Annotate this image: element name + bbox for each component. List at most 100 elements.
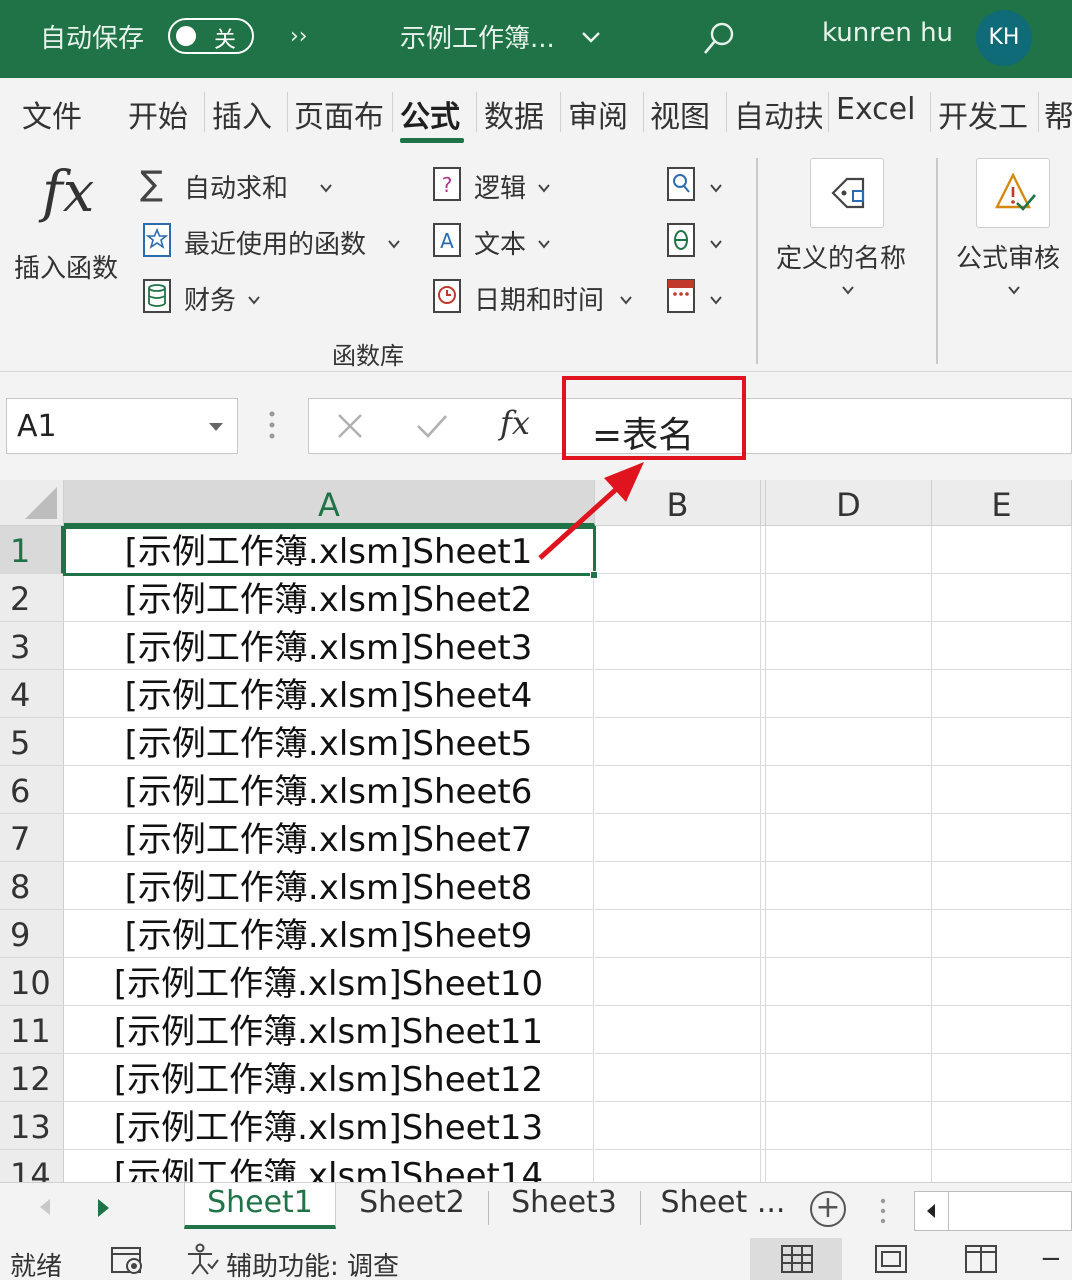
column-header-e[interactable]: E	[932, 480, 1072, 526]
lookup-reference-button[interactable]	[664, 164, 728, 208]
math-trig-button[interactable]	[664, 220, 728, 264]
page-break-view-button[interactable]	[938, 1238, 1030, 1280]
sheet-tab-sheet1[interactable]: Sheet1	[184, 1183, 336, 1229]
page-layout-view-button[interactable]	[846, 1238, 938, 1280]
row-header[interactable]: 8	[0, 862, 64, 910]
row-header[interactable]: 13	[0, 1102, 64, 1150]
accessibility-icon[interactable]	[184, 1242, 220, 1278]
row-header[interactable]: 1	[0, 526, 64, 574]
column-header-d[interactable]: D	[766, 480, 932, 526]
cell-a5[interactable]: [示例工作簿.xlsm]Sheet5	[64, 718, 594, 766]
cell-b5[interactable]	[595, 718, 761, 766]
chevron-down-icon[interactable]	[580, 26, 602, 48]
insert-function-fx-icon[interactable]: fx	[500, 404, 530, 442]
cancel-icon[interactable]	[336, 412, 364, 440]
logical-button[interactable]: ? 逻辑	[430, 164, 560, 208]
cell-e13[interactable]	[932, 1102, 1072, 1150]
cell-d5[interactable]	[766, 718, 932, 766]
cell-a2[interactable]: [示例工作簿.xlsm]Sheet2	[64, 574, 594, 622]
column-header-b[interactable]: B	[595, 480, 761, 526]
row-header[interactable]: 10	[0, 958, 64, 1006]
vertical-dots-icon[interactable]	[880, 1197, 886, 1225]
select-all-button[interactable]	[0, 480, 64, 526]
tab-page-layout[interactable]: 页面布	[294, 92, 384, 136]
row-header[interactable]: 9	[0, 910, 64, 958]
cell-d12[interactable]	[766, 1054, 932, 1102]
cell-b12[interactable]	[595, 1054, 761, 1102]
date-time-button[interactable]: 日期和时间	[430, 276, 640, 320]
row-header[interactable]: 3	[0, 622, 64, 670]
scroll-tabs-right-icon[interactable]	[98, 1199, 109, 1217]
tab-review[interactable]: 审阅	[568, 92, 638, 136]
cell-e8[interactable]	[932, 862, 1072, 910]
cell-d6[interactable]	[766, 766, 932, 814]
more-commands-button[interactable]: ››	[290, 24, 308, 49]
file-title[interactable]: 示例工作簿...	[400, 18, 555, 55]
tab-automate[interactable]: 自动扶	[734, 92, 822, 136]
macro-record-icon[interactable]	[110, 1244, 146, 1276]
cell-d11[interactable]	[766, 1006, 932, 1054]
text-functions-button[interactable]: A 文本	[430, 220, 560, 264]
defined-names-button[interactable]: 定义的名称	[770, 158, 926, 308]
cell-a14[interactable]: [示例工作簿.xlsm]Sheet14	[64, 1150, 594, 1182]
cell-b10[interactable]	[595, 958, 761, 1006]
tab-help[interactable]: 帮	[1044, 92, 1072, 136]
cell-e2[interactable]	[932, 574, 1072, 622]
cell-e14[interactable]	[932, 1150, 1072, 1182]
tab-data[interactable]: 数据	[484, 92, 554, 136]
horizontal-scrollbar[interactable]	[914, 1191, 1072, 1231]
cell-d4[interactable]	[766, 670, 932, 718]
cell-e3[interactable]	[932, 622, 1072, 670]
cell-e6[interactable]	[932, 766, 1072, 814]
row-header[interactable]: 14	[0, 1150, 64, 1182]
cell-b1[interactable]	[595, 526, 761, 574]
cell-e11[interactable]	[932, 1006, 1072, 1054]
normal-view-button[interactable]	[750, 1238, 842, 1280]
cell-d9[interactable]	[766, 910, 932, 958]
cell-e5[interactable]	[932, 718, 1072, 766]
dropdown-arrow-icon[interactable]	[209, 423, 223, 431]
cell-e7[interactable]	[932, 814, 1072, 862]
cell-d2[interactable]	[766, 574, 932, 622]
cell-a4[interactable]: [示例工作簿.xlsm]Sheet4	[64, 670, 594, 718]
insert-function-button[interactable]: fx 插入函数	[10, 154, 130, 284]
cell-d3[interactable]	[766, 622, 932, 670]
tab-formulas[interactable]: 公式	[400, 92, 470, 136]
checkmark-icon[interactable]	[416, 412, 448, 440]
cell-a12[interactable]: [示例工作簿.xlsm]Sheet12	[64, 1054, 594, 1102]
cell-e9[interactable]	[932, 910, 1072, 958]
cell-e1[interactable]	[932, 526, 1072, 574]
cell-d1[interactable]	[766, 526, 932, 574]
row-header[interactable]: 12	[0, 1054, 64, 1102]
cell-b7[interactable]	[595, 814, 761, 862]
sheet-tab-sheet2[interactable]: Sheet2	[344, 1183, 480, 1229]
cell-b8[interactable]	[595, 862, 761, 910]
tab-insert[interactable]: 插入	[212, 92, 282, 136]
autosum-button[interactable]: ∑ 自动求和	[140, 164, 340, 208]
zoom-out-button[interactable]: −	[1040, 1244, 1062, 1274]
fill-handle[interactable]	[590, 571, 598, 579]
cell-a13[interactable]: [示例工作簿.xlsm]Sheet13	[64, 1102, 594, 1150]
name-box[interactable]: A1	[6, 398, 238, 454]
worksheet-grid[interactable]: A B D E 1 [示例工作簿.xlsm]Sheet1 2 [示例工作簿.xlsm]…	[0, 480, 1072, 1182]
row-header[interactable]: 4	[0, 670, 64, 718]
cell-d13[interactable]	[766, 1102, 932, 1150]
accessibility-status[interactable]: 辅助功能: 调查	[226, 1246, 399, 1280]
cell-a3[interactable]: [示例工作簿.xlsm]Sheet3	[64, 622, 594, 670]
cell-d7[interactable]	[766, 814, 932, 862]
scroll-left-button[interactable]	[915, 1192, 949, 1230]
search-icon[interactable]	[700, 20, 738, 58]
cell-b4[interactable]	[595, 670, 761, 718]
more-functions-button[interactable]	[664, 276, 728, 320]
tab-file[interactable]: 文件	[22, 92, 92, 136]
cell-a11[interactable]: [示例工作簿.xlsm]Sheet11	[64, 1006, 594, 1054]
cell-b6[interactable]	[595, 766, 761, 814]
tab-home[interactable]: 开始	[128, 92, 198, 136]
cell-a6[interactable]: [示例工作簿.xlsm]Sheet6	[64, 766, 594, 814]
column-header-a[interactable]: A	[64, 480, 595, 526]
cell-b14[interactable]	[595, 1150, 761, 1182]
sheet-tab-sheet3[interactable]: Sheet3	[496, 1183, 632, 1229]
row-header[interactable]: 2	[0, 574, 64, 622]
tab-developer[interactable]: 开发工	[938, 92, 1032, 136]
row-header[interactable]: 11	[0, 1006, 64, 1054]
